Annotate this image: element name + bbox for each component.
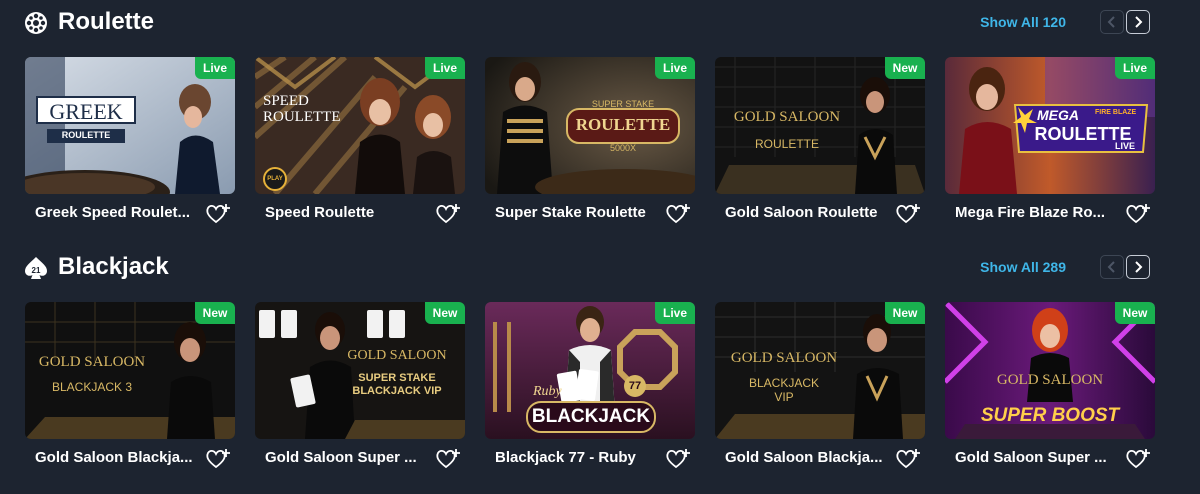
game-art-title: SPEED [263,93,309,109]
section-title: Roulette [58,8,154,35]
add-favorite-icon[interactable] [435,202,461,226]
game-art-title: GOLD SALOON [347,348,447,363]
game-art-subtitle: SUPER BOOST [980,405,1120,426]
add-favorite-icon[interactable] [205,202,231,226]
game-art-subtitle: ROULETTE [575,115,671,134]
live-badge: Live [425,57,465,79]
live-badge: Live [655,302,695,324]
game-art-variant: BLACKJACK VIP [352,385,442,397]
game-thumbnail[interactable]: GOLD SALOON BLACKJACK VIP New [715,302,925,439]
game-art-title: GOLD SALOON [996,372,1104,388]
game-art-title: BLACKJACK [531,406,651,427]
game-art-subtitle: BLACKJACK 3 [51,380,133,394]
prev-button[interactable] [1100,255,1124,279]
game-thumbnail[interactable]: GREEK ROULETTE Live [25,57,235,194]
game-art-tag: FIRE BLAZE [1095,109,1137,116]
chevron-left-icon [1107,261,1115,273]
add-favorite-icon[interactable] [665,202,691,226]
live-badge: Live [655,57,695,79]
section-title: Blackjack [58,253,169,280]
add-favorite-icon[interactable] [895,447,921,471]
game-thumbnail[interactable]: SUPER STAKE ROULETTE 5000X Live [485,57,695,194]
svg-text:21: 21 [32,266,41,275]
game-art-subtitle: SUPER STAKE [358,372,436,384]
game-thumbnail[interactable]: MEGA FIRE BLAZE ROULETTE LIVE Live [945,57,1155,194]
game-thumbnail[interactable]: GOLD SALOON SUPER STAKE BLACKJACK VIP Ne… [255,302,465,439]
game-art-subtitle: ROULETTE [61,130,111,140]
next-button[interactable] [1126,255,1150,279]
new-badge: New [885,57,925,79]
chevron-right-icon [1135,16,1143,28]
new-badge: New [425,302,465,324]
add-favorite-icon[interactable] [435,447,461,471]
game-name[interactable]: Super Stake Roulette [495,203,660,223]
game-art-title: GOLD SALOON [733,109,841,125]
new-badge: New [885,302,925,324]
chevron-left-icon [1107,16,1115,28]
live-badge: Live [1115,57,1155,79]
game-name[interactable]: Gold Saloon Blackja... [35,448,200,468]
game-name[interactable]: Speed Roulette [265,203,430,223]
game-art-script: Ruby [533,384,562,399]
game-thumbnail[interactable]: Ruby BLACKJACK 77 Live [485,302,695,439]
game-art-variant: VIP [774,390,794,404]
show-all-link[interactable]: Show All 289 [980,258,1066,276]
roulette-icon [25,12,47,34]
chevron-right-icon [1135,261,1143,273]
game-name[interactable]: Greek Speed Roulet... [35,203,200,223]
game-art-title: SUPER STAKE [591,99,655,109]
add-favorite-icon[interactable] [895,202,921,226]
new-badge: New [1115,302,1155,324]
prev-button[interactable] [1100,10,1124,34]
game-art-subtitle: BLACKJACK [748,376,820,390]
game-thumbnail[interactable]: GOLD SALOON SUPER BOOST New [945,302,1155,439]
game-name[interactable]: Gold Saloon Super ... [265,448,430,468]
game-thumbnail[interactable]: GOLD SALOON ROULETTE New [715,57,925,194]
game-art-title: GOLD SALOON [38,354,146,370]
game-art-subtitle: ROULETTE [263,109,341,125]
add-favorite-icon[interactable] [1125,447,1151,471]
game-art-title: MEGA [1037,107,1079,123]
play-logo: PLAY [267,176,283,182]
blackjack-icon: 21 [25,257,47,279]
game-art-number: 77 [628,380,642,392]
game-name[interactable]: Mega Fire Blaze Ro... [955,203,1120,223]
game-thumbnail[interactable]: SPEED ROULETTE PLAY Live [255,57,465,194]
show-all-link[interactable]: Show All 120 [980,13,1066,31]
add-favorite-icon[interactable] [205,447,231,471]
section-header: Roulette Show All 120 [24,8,1154,36]
next-button[interactable] [1126,10,1150,34]
section-header: 21 Blackjack Show All 289 [24,253,1154,281]
game-thumbnail[interactable]: GOLD SALOON BLACKJACK 3 New [25,302,235,439]
game-art-multiplier: 5000X [609,143,637,153]
add-favorite-icon[interactable] [665,447,691,471]
new-badge: New [195,302,235,324]
live-badge: Live [195,57,235,79]
game-art-subtitle: ROULETTE [754,137,819,151]
game-art-live: LIVE [1115,141,1136,151]
game-name[interactable]: Gold Saloon Blackja... [725,448,890,468]
game-name[interactable]: Gold Saloon Roulette [725,203,890,223]
game-name[interactable]: Gold Saloon Super ... [955,448,1120,468]
add-favorite-icon[interactable] [1125,202,1151,226]
game-name[interactable]: Blackjack 77 - Ruby [495,448,660,468]
game-art-title: GOLD SALOON [730,350,838,366]
game-art-title: GREEK [49,99,123,124]
